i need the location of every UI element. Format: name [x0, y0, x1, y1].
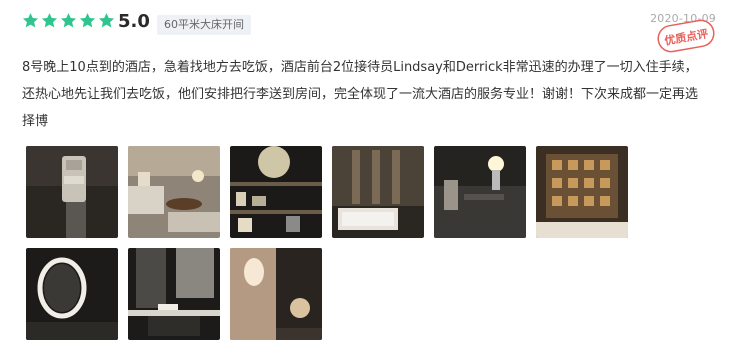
photo-wall-light[interactable]	[230, 248, 322, 340]
rating-score: 5.0	[118, 11, 150, 32]
star-icon	[98, 12, 115, 29]
photo-lamp-desk[interactable]	[434, 146, 526, 238]
review-text: 8号晚上10点到的酒店，急着找地方去吃饭，酒店前台2位接待员Lindsay和De…	[22, 60, 699, 129]
photo-lattice-wall[interactable]	[536, 146, 628, 238]
photo-bathtub[interactable]	[332, 146, 424, 238]
star-icon	[41, 12, 58, 29]
photo-sculpture[interactable]	[26, 146, 118, 238]
rating-stars	[22, 12, 115, 29]
room-type-tag: 60平米大床开间	[157, 15, 251, 35]
photo-corridor-sink[interactable]	[128, 248, 220, 340]
star-icon	[79, 12, 96, 29]
photo-round-mirror[interactable]	[26, 248, 118, 340]
svg-text:优质点评: 优质点评	[663, 26, 709, 47]
photo-vanity-shelf[interactable]	[230, 146, 322, 238]
star-icon	[22, 12, 39, 29]
star-icon	[60, 12, 77, 29]
photo-living-room[interactable]	[128, 146, 220, 238]
